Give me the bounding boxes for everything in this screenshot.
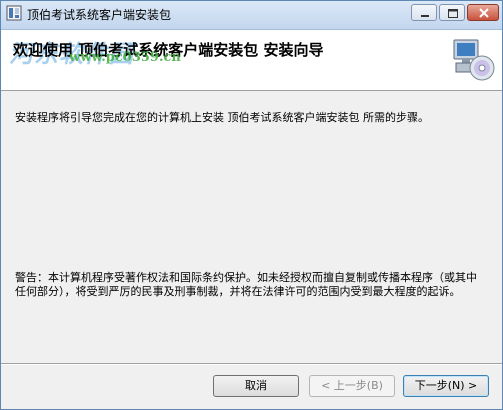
maximize-button[interactable] (439, 4, 465, 21)
watermark-url: www.pc0359.cn (69, 50, 181, 65)
copyright-warning: 警告：本计算机程序受著作权法和国际条约保护。如未经授权而擅自复制或传播本程序（或… (15, 271, 477, 298)
computer-cd-icon (453, 39, 495, 81)
previous-button[interactable]: < 上一步(B) (309, 375, 395, 397)
installer-window: 顶伯考试系统客户端安装包 河东软件园 欢迎使用 顶伯考试系统客户端安装包 安装向… (0, 0, 503, 410)
cancel-button[interactable]: 取消 (213, 375, 299, 397)
wizard-header: 河东软件园 欢迎使用 顶伯考试系统客户端安装包 安装向导 www.pc0359.… (1, 30, 502, 91)
close-button[interactable] (467, 4, 499, 21)
window-title: 顶伯考试系统客户端安装包 (27, 8, 172, 22)
next-button[interactable]: 下一步(N) > (403, 375, 489, 397)
installer-icon (6, 5, 22, 21)
footer-divider (1, 363, 502, 365)
close-icon (479, 8, 489, 18)
minimize-button[interactable] (411, 4, 437, 21)
title-bar[interactable]: 顶伯考试系统客户端安装包 (1, 1, 502, 30)
maximize-icon (448, 9, 458, 18)
intro-text: 安装程序将引导您完成在您的计算机上安装 顶伯考试系统客户端安装包 所需的步骤。 (15, 111, 429, 124)
minimize-icon (421, 15, 429, 17)
